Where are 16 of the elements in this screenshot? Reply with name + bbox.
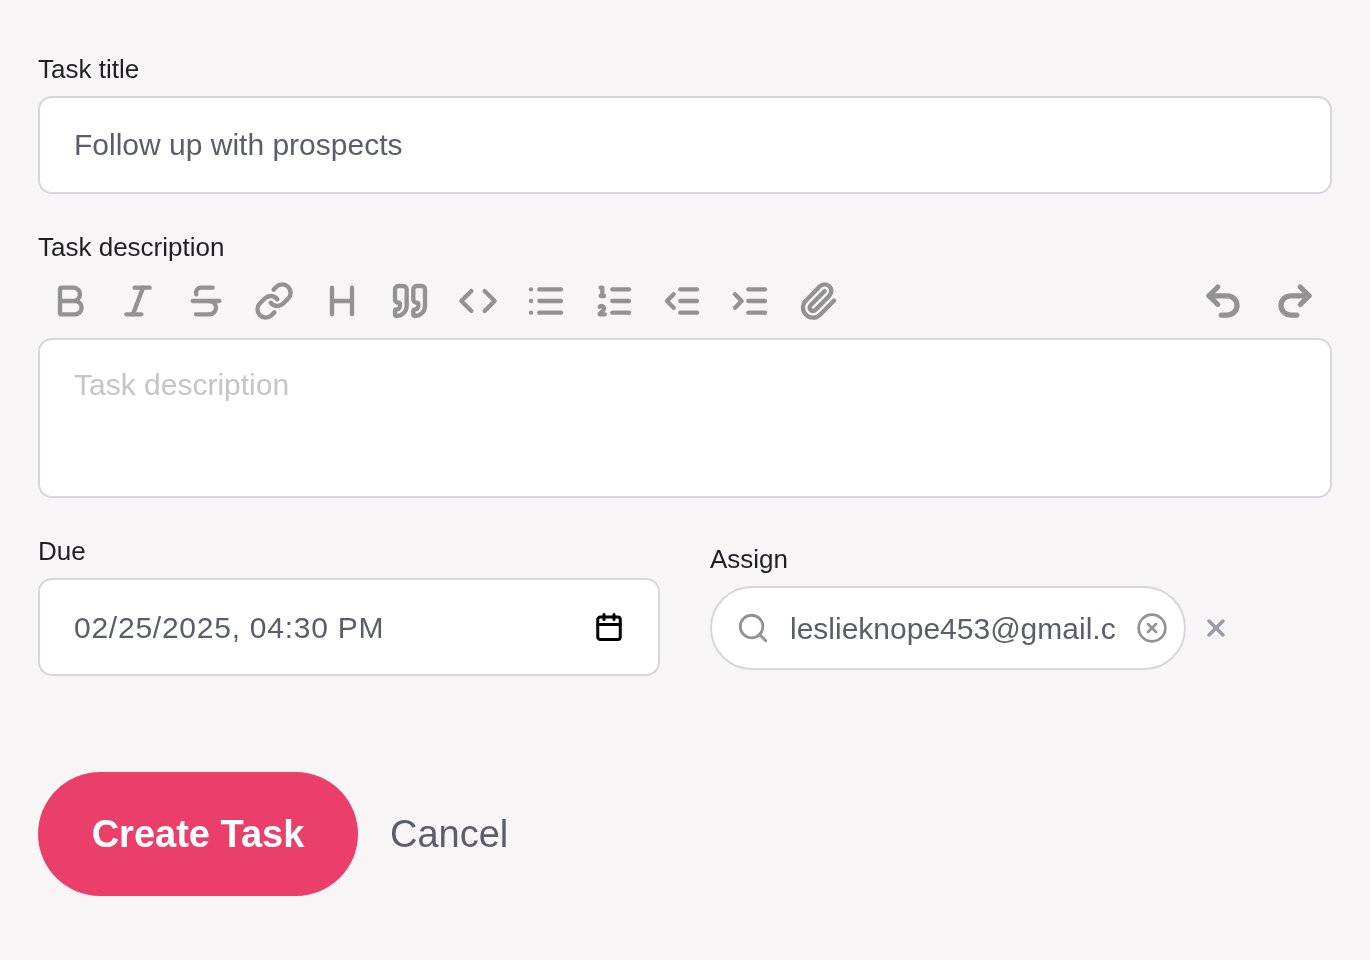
search-icon xyxy=(736,611,770,645)
link-icon[interactable] xyxy=(254,281,294,321)
field-label: Assign xyxy=(710,543,790,576)
cancel-button[interactable]: Cancel xyxy=(390,805,509,863)
calendar-icon[interactable] xyxy=(594,612,624,642)
field-label: Task description xyxy=(38,231,226,264)
clear-icon[interactable] xyxy=(1135,612,1168,644)
due-date-input[interactable]: 02/25/2025, 04:30 PM xyxy=(38,578,660,676)
paperclip-icon[interactable] xyxy=(798,281,838,321)
field-label: Task title xyxy=(38,53,141,86)
title-input[interactable]: Follow up with prospects xyxy=(38,96,1332,194)
assign-search-field[interactable]: leslieknope453@gmail.c xyxy=(710,586,1186,670)
field-label: Due xyxy=(38,535,87,568)
quote-icon[interactable] xyxy=(390,281,430,321)
create-task-button[interactable]: Create Task xyxy=(38,772,358,896)
description-input[interactable]: Task description xyxy=(38,338,1332,498)
